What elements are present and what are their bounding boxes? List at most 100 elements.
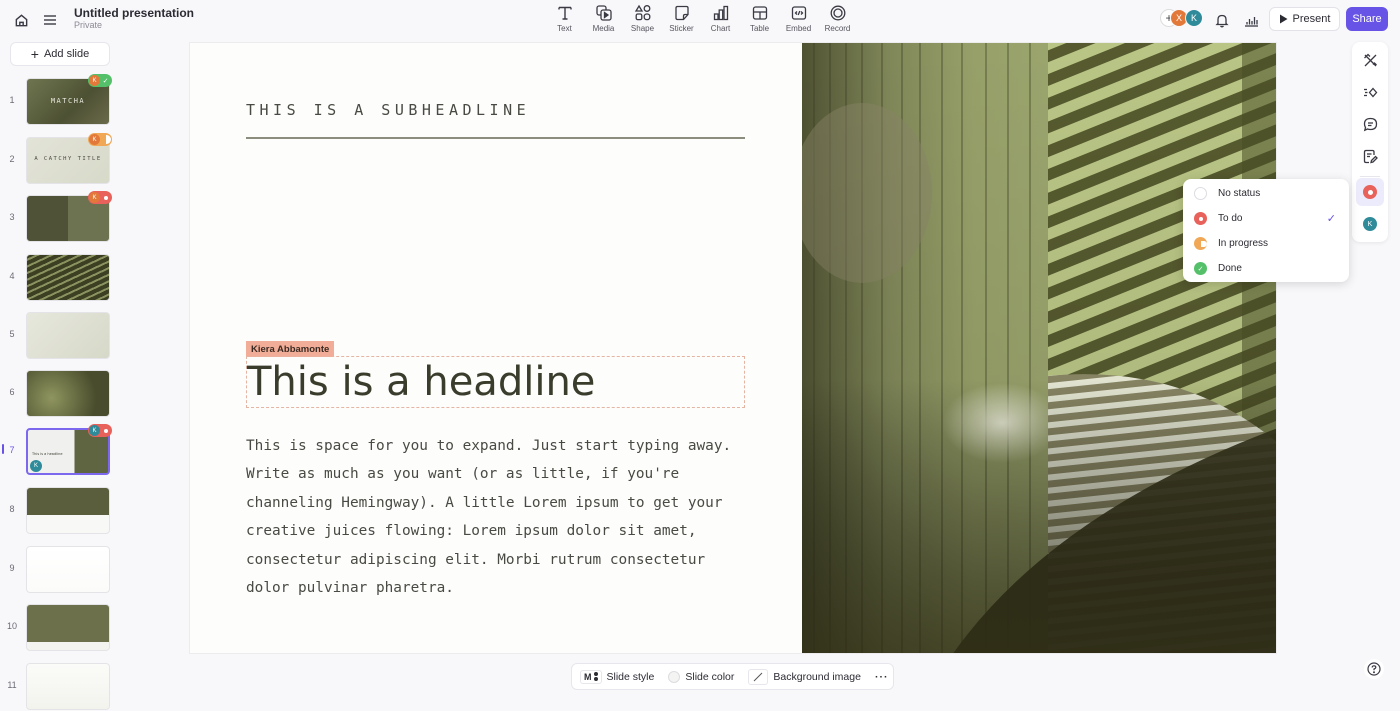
- slide-number: 10: [6, 621, 17, 631]
- slide-thumbnail-item[interactable]: 1 MATCHA K ✓: [0, 74, 120, 126]
- subheadline-divider: [246, 137, 745, 139]
- headline-textbox[interactable]: This is a headline: [246, 356, 745, 408]
- slide-number: 5: [9, 329, 15, 339]
- slide-thumbnail[interactable]: [26, 546, 110, 593]
- media-tool-label: Media: [592, 24, 615, 33]
- slide-settings-bar: M Slide style Slide color Background ima…: [571, 663, 894, 690]
- help-icon: [1367, 662, 1381, 676]
- slide-canvas[interactable]: THIS IS A SUBHEADLINE Kiera Abbamonte Th…: [189, 42, 1277, 654]
- slide-thumbnail[interactable]: [26, 663, 110, 710]
- collaborator-cursor-avatar: K: [30, 460, 42, 472]
- slide-body-text[interactable]: This is space for you to expand. Just st…: [246, 432, 746, 602]
- slide-thumbnail-item[interactable]: 8: [0, 487, 120, 535]
- assignee-avatar: K: [89, 75, 100, 86]
- present-label: Present: [1292, 13, 1331, 25]
- comment-icon[interactable]: [1356, 110, 1384, 138]
- in-progress-icon: [1194, 237, 1207, 250]
- right-tool-rail: K: [1352, 42, 1388, 242]
- status-option-label: To do: [1218, 213, 1243, 224]
- slide-status-badge[interactable]: K: [88, 424, 112, 437]
- slide-thumbnail-item[interactable]: 9: [0, 546, 120, 594]
- slide-thumbnail-item[interactable]: 7 This is a headline K K: [0, 424, 120, 476]
- background-image-button[interactable]: Background image: [748, 664, 861, 689]
- slide-headline[interactable]: This is a headline: [247, 359, 595, 405]
- collaborator-cursor-tag: Kiera Abbamonte: [246, 341, 335, 357]
- slide-status-badge[interactable]: K ✓: [88, 74, 112, 87]
- status-option-label: No status: [1218, 188, 1261, 199]
- slide-style-label: Slide style: [606, 670, 655, 683]
- slide-thumbnail-item[interactable]: 11: [0, 663, 120, 711]
- status-dropdown-menu: No status To do ✓ In progress ✓ Done: [1183, 179, 1349, 282]
- done-icon: ✓: [1194, 262, 1207, 275]
- slide-thumbnail-item[interactable]: 4: [0, 254, 120, 302]
- presentation-title[interactable]: Untitled presentation: [74, 6, 194, 20]
- media-tool-button[interactable]: Media: [584, 4, 623, 36]
- present-button[interactable]: Present: [1269, 7, 1340, 31]
- slide-thumbnail[interactable]: [26, 604, 110, 651]
- record-tool-button[interactable]: Record: [818, 4, 857, 36]
- no-status-icon: [1194, 187, 1207, 200]
- assignee-avatar[interactable]: K: [1356, 210, 1384, 238]
- more-options-button[interactable]: ···: [875, 664, 889, 689]
- slide-image[interactable]: [802, 43, 1276, 653]
- help-button[interactable]: [1364, 659, 1384, 679]
- slide-thumbnail[interactable]: [26, 370, 110, 417]
- design-tools-icon[interactable]: [1356, 46, 1384, 74]
- thumbnail-title: This is a headline: [32, 452, 63, 456]
- animation-icon[interactable]: [1356, 78, 1384, 106]
- text-tool-label: Text: [557, 24, 572, 33]
- embed-tool-button[interactable]: Embed: [779, 4, 818, 36]
- todo-status-icon: [100, 425, 111, 436]
- collaborator-avatar[interactable]: K: [1185, 9, 1203, 27]
- slide-number: 7: [9, 445, 15, 455]
- checkmark-icon: ✓: [1326, 213, 1336, 225]
- slide-number: 4: [9, 271, 15, 281]
- chart-tool-button[interactable]: Chart: [701, 4, 740, 36]
- background-image-label: Background image: [773, 670, 861, 683]
- slide-number: 1: [9, 95, 15, 105]
- assignee-avatar: K: [89, 425, 100, 436]
- status-option-no-status[interactable]: No status: [1183, 181, 1349, 206]
- play-icon: [1279, 14, 1288, 24]
- slide-style-button[interactable]: M Slide style: [580, 664, 654, 689]
- status-option-done[interactable]: ✓ Done: [1183, 256, 1349, 281]
- slide-status-badge[interactable]: K: [88, 133, 112, 146]
- sticker-tool-button[interactable]: Sticker: [662, 4, 701, 36]
- hamburger-menu-icon[interactable]: [40, 10, 60, 30]
- bell-icon[interactable]: [1212, 10, 1232, 30]
- slide-thumbnail[interactable]: [26, 487, 110, 534]
- slide-thumbnail-item[interactable]: 5: [0, 312, 120, 360]
- home-icon[interactable]: [11, 10, 31, 30]
- slide-thumbnail-item[interactable]: 6: [0, 370, 120, 418]
- shape-icon: [634, 4, 650, 21]
- slide-status-badge[interactable]: K: [88, 191, 112, 204]
- share-button[interactable]: Share: [1346, 7, 1388, 31]
- status-icon[interactable]: [1356, 178, 1384, 206]
- color-swatch-icon: [668, 670, 681, 683]
- sticker-icon: [674, 5, 689, 21]
- text-tool-button[interactable]: Text: [545, 4, 584, 36]
- slide-number: 11: [7, 680, 17, 690]
- status-option-label: Done: [1218, 263, 1242, 274]
- slide-thumbnail-item[interactable]: 2 A CATCHY TITLE K: [0, 133, 120, 185]
- slide-subheadline[interactable]: THIS IS A SUBHEADLINE: [246, 101, 530, 119]
- slide-color-button[interactable]: Slide color: [668, 664, 734, 689]
- slide-thumbnail-item[interactable]: 3K: [0, 191, 120, 243]
- record-tool-label: Record: [824, 24, 851, 33]
- status-option-to-do[interactable]: To do ✓: [1183, 206, 1349, 231]
- table-tool-button[interactable]: Table: [740, 4, 779, 36]
- slide-thumbnail[interactable]: [26, 254, 110, 301]
- slide-number: 9: [9, 563, 15, 573]
- visibility-label[interactable]: Private: [74, 20, 102, 30]
- add-slide-button[interactable]: + Add slide: [10, 42, 110, 66]
- notes-icon[interactable]: [1356, 142, 1384, 170]
- status-option-in-progress[interactable]: In progress: [1183, 231, 1349, 256]
- slide-thumbnail-item[interactable]: 10: [0, 604, 120, 652]
- slide-number: 8: [9, 504, 15, 514]
- slide-number: 6: [9, 387, 15, 397]
- shape-tool-button[interactable]: Shape: [623, 4, 662, 36]
- analytics-icon[interactable]: [1241, 10, 1261, 30]
- slide-thumbnail[interactable]: [26, 312, 110, 359]
- sticker-tool-label: Sticker: [669, 24, 694, 33]
- top-bar: Untitled presentation Private Text Media…: [0, 0, 1400, 40]
